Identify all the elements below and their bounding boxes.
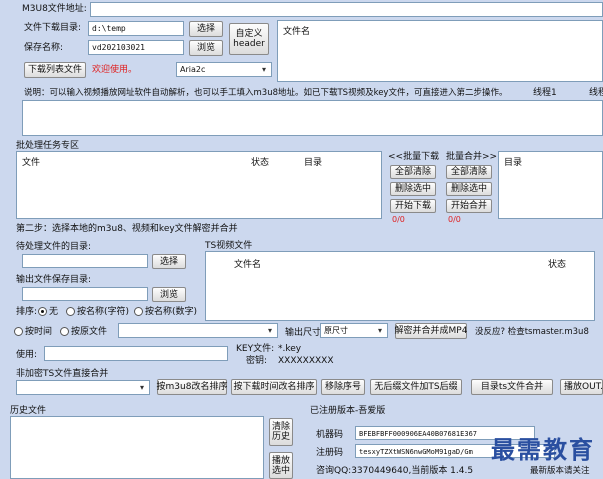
decrypt-merge-button[interactable]: 解密并合并成MP4 [395,323,467,339]
chevron-down-icon: ▾ [139,382,144,392]
file-list-panel[interactable]: 文件名 [277,20,603,82]
batch-col-dir: 目录 [304,158,323,168]
sort-label: 排序: [16,307,38,317]
start-merge-button[interactable]: 开始合并 [446,199,492,213]
log-panel[interactable] [22,100,603,136]
history-list[interactable] [10,416,264,479]
latest-version-note: 最新版本请关注 [530,466,590,476]
secret-label: 密钥: [246,356,268,366]
batch-download-label: <<批量下载 [388,152,440,162]
rename-by-m3u8-button[interactable]: 按m3u8改名排序 [157,379,227,395]
batch-col-file: 文件 [22,158,41,168]
output-dir-label: 输出文件保存目录: [16,275,92,285]
ts-video-list[interactable]: 文件名 状态 [205,251,595,321]
delete-selected-download-button[interactable]: 删除选中 [390,182,436,196]
output-size-select[interactable]: 原尺寸 ▾ [320,323,388,338]
secret-value: XXXXXXXXX [278,356,334,366]
threads-cut-label: 线程 [589,88,603,98]
step2-title: 第二步：选择本地的m3u8、视频和key文件解密并合并 [16,224,238,234]
output-size-value: 原尺寸 [324,326,348,335]
merge-dir-ts-button[interactable]: 目录ts文件合并 [471,379,553,395]
batch-col-status: 状态 [251,158,270,168]
pending-dir-input[interactable] [22,254,148,268]
use-label: 使用: [16,350,38,360]
ts-col-status: 状态 [548,260,567,270]
pending-dir-select-button[interactable]: 选择 [152,254,186,269]
save-name-input[interactable]: vd202103021 [88,40,184,55]
machine-code-label: 机器码 [316,430,344,440]
start-download-button[interactable]: 开始下载 [390,199,436,213]
download-count: 0/0 [392,215,405,224]
radio-icon [66,307,75,316]
play-selected-button[interactable]: 播放选中 [269,452,293,479]
direct-merge-select[interactable]: ▾ [16,380,150,395]
direct-merge-title: 非加密TS文件直接合并 [16,369,109,379]
batch-dir-list[interactable]: 目录 [498,151,603,219]
key-file-label: KEY文件: [236,344,275,354]
download-dir-input[interactable]: d:\temp [88,21,184,36]
batch-task-list[interactable]: 文件 状态 目录 [16,151,382,219]
sort-time-text: 按时间 [25,327,53,337]
radio-icon [134,307,143,316]
browse-button[interactable]: 浏览 [189,40,223,56]
watermark-text: 最需教育 [491,435,595,464]
radio-icon [60,327,69,336]
clear-all-merge-button[interactable]: 全部清除 [446,165,492,179]
sort-name-char-radio[interactable]: 按名称(字符) [66,306,129,318]
ts-col-filename: 文件名 [234,260,262,270]
remove-seq-button[interactable]: 移除序号 [321,379,365,395]
save-name-label: 保存名称: [24,43,64,53]
file-order-select[interactable]: ▾ [118,323,278,338]
output-size-label: 输出尺寸 [285,328,322,338]
sort-name-num-text: 按名称(数字) [145,307,198,317]
sort-time-radio[interactable]: 按时间 [14,326,52,338]
welcome-text: 欢迎使用。 [92,65,138,75]
rename-by-time-button[interactable]: 按下载时间改名排序 [231,379,317,395]
custom-header-button[interactable]: 自定义header [229,23,269,55]
output-dir-browse-button[interactable]: 浏览 [152,287,186,302]
info-description: 说明：可以输入视频播放网址软件自动解析，也可以手工填入m3u8地址。如已下载TS… [24,88,508,98]
downloader-select[interactable]: Aria2c ▾ [176,62,272,77]
delete-selected-merge-button[interactable]: 删除选中 [446,182,492,196]
key-file-value: *.key [278,344,302,354]
registration-title: 已注册版本-吾爱版 [310,406,386,416]
merge-count: 0/0 [448,215,461,224]
sort-name-num-radio[interactable]: 按名称(数字) [134,306,197,318]
pending-dir-label: 待处理文件的目录: [16,242,92,252]
reg-code-label: 注册码 [316,448,344,458]
add-ts-suffix-button[interactable]: 无后缀文件加TS后缀 [370,379,462,395]
play-out-button[interactable]: 播放OUT.M [560,379,603,395]
contact-info: 咨询QQ:3370449640,当前版本 1.4.5 [316,466,474,476]
use-input[interactable] [44,346,228,361]
no-response-hint: 没反应? 检查tsmaster.m3u8 [475,327,589,337]
chevron-down-icon: ▾ [267,325,272,335]
radio-checked-icon [38,307,47,316]
select-dir-button[interactable]: 选择 [189,21,223,37]
downloader-select-value: Aria2c [180,65,206,74]
m3u8-url-label: M3U8文件地址: [22,4,87,14]
batch-merge-label: 批量合并>> [446,152,498,162]
download-list-button[interactable]: 下载列表文件 [24,62,86,78]
clear-history-button[interactable]: 清除历史 [269,418,293,446]
threads-label: 线程1 [533,88,557,98]
sort-name-char-text: 按名称(字符) [77,307,130,317]
radio-icon [14,327,23,336]
sort-none-radio[interactable]: 无 [38,306,58,318]
chevron-down-icon: ▾ [377,325,382,335]
clear-all-download-button[interactable]: 全部清除 [390,165,436,179]
chevron-down-icon: ▾ [261,64,266,74]
download-dir-label: 文件下载目录: [24,23,82,33]
m3u8-url-input[interactable] [90,2,603,17]
sort-file-text: 按原文件 [71,327,108,337]
sort-file-radio[interactable]: 按原文件 [60,326,107,338]
file-list-header-filename: 文件名 [283,27,311,37]
batch-right-col-dir: 目录 [504,158,523,168]
output-dir-input[interactable] [22,287,148,301]
sort-none-text: 无 [49,307,59,317]
